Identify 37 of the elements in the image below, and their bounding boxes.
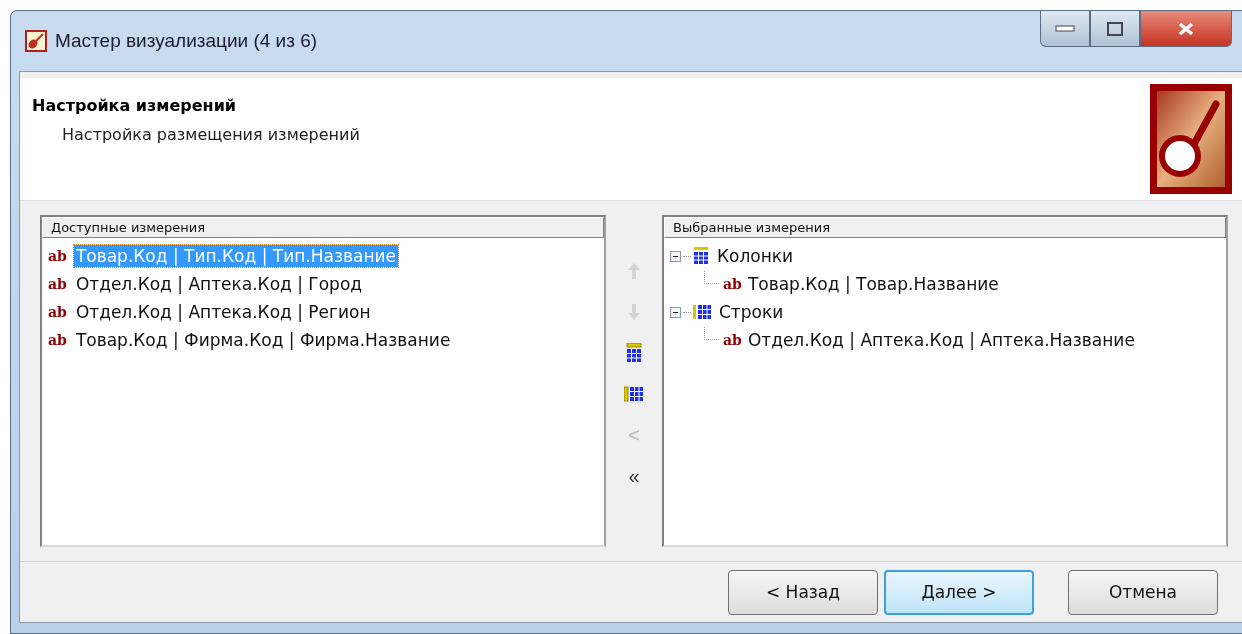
collapse-icon[interactable] xyxy=(670,250,681,262)
dimension-item[interactable]: Отдел.Код | Аптека.Код | Город xyxy=(73,273,365,295)
dimension-item[interactable]: Товар.Код | Фирма.Код | Фирма.Название xyxy=(73,329,453,351)
close-button[interactable] xyxy=(1140,11,1232,47)
minimize-icon xyxy=(1055,24,1075,33)
minimize-button[interactable] xyxy=(1040,11,1090,47)
text-type-mark: ab xyxy=(47,248,68,264)
columns-icon xyxy=(626,343,642,363)
text-type-mark: ab xyxy=(722,332,743,348)
maximize-icon xyxy=(1107,21,1123,36)
text-type-mark: ab xyxy=(47,304,68,320)
text-type-mark: ab xyxy=(47,332,68,348)
wizard-button[interactable]: Далее > xyxy=(884,569,1034,615)
step-title: Настройка измерений xyxy=(32,96,238,115)
tree-item[interactable]: Отдел.Код | Аптека.Код | Аптека.Название xyxy=(745,329,1137,351)
text-type-mark: ab xyxy=(722,276,743,292)
columns-icon xyxy=(693,247,709,265)
close-icon xyxy=(1177,21,1195,36)
rows-icon xyxy=(693,304,711,320)
wizard-button[interactable]: < Назад xyxy=(728,569,878,615)
dimension-item[interactable]: Отдел.Код | Аптека.Код | Регион xyxy=(73,301,373,323)
arrow-down-icon xyxy=(627,303,641,321)
list-heading: Выбранные измерения xyxy=(664,217,1226,238)
wizard-button[interactable]: Отмена xyxy=(1068,569,1218,615)
collapse-icon[interactable] xyxy=(670,306,681,318)
arrow-up-icon xyxy=(627,262,641,280)
tree-group[interactable]: Колонки xyxy=(715,245,796,267)
window-title: Мастер визуализации (4 из 6) xyxy=(55,30,318,52)
magnifier-icon xyxy=(1150,84,1232,194)
remove-button[interactable]: « xyxy=(620,462,648,490)
step-subtitle: Настройка размещения измерений xyxy=(62,125,361,144)
tree-group[interactable]: Строки xyxy=(717,301,786,323)
tree-item[interactable]: Товар.Код | Товар.Название xyxy=(745,273,1001,295)
list-heading: Доступные измерения xyxy=(42,217,604,238)
text-type-mark: ab xyxy=(47,276,68,292)
maximize-button[interactable] xyxy=(1090,11,1140,47)
rows-icon xyxy=(624,386,644,402)
